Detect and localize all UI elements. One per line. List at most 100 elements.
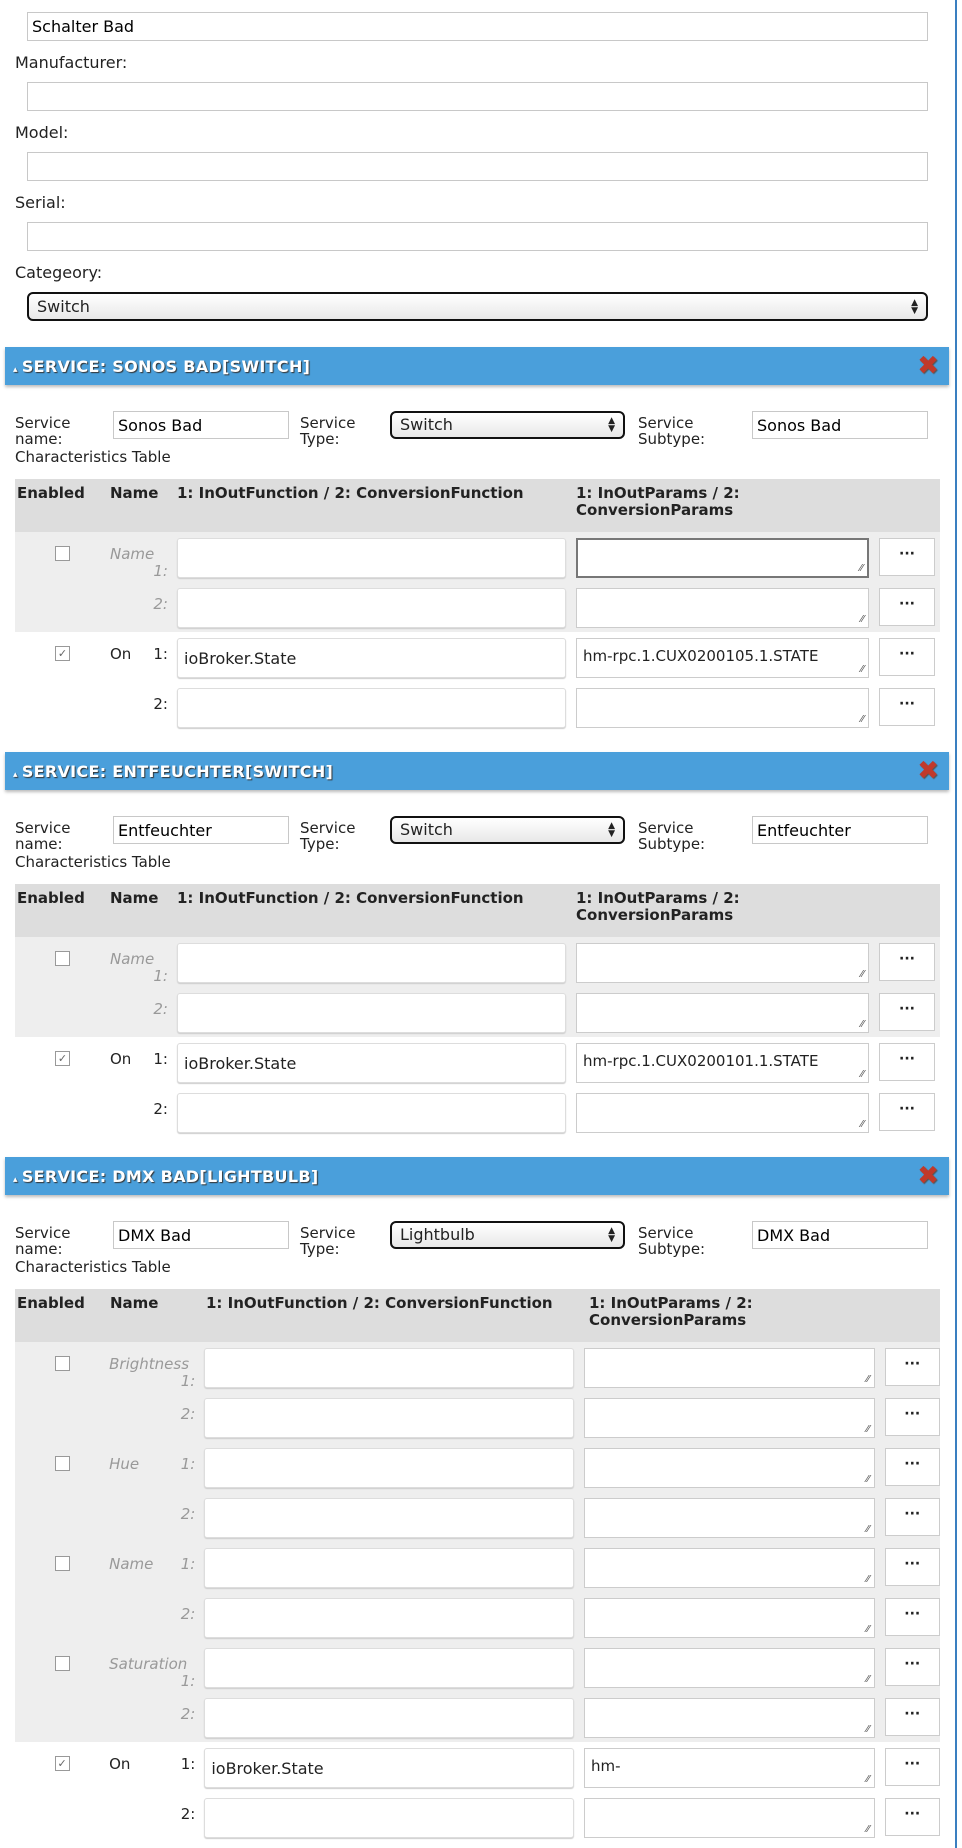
more-options-button[interactable]: ··· — [879, 1043, 935, 1081]
more-options-button[interactable]: ··· — [884, 1748, 940, 1786]
service-subtype-input[interactable] — [752, 816, 928, 844]
function-input[interactable] — [204, 1598, 575, 1638]
service-type-select[interactable]: Switch ▲ ▼ — [390, 411, 625, 439]
function-input[interactable] — [177, 538, 566, 578]
function-input[interactable] — [177, 943, 566, 983]
collapse-icon[interactable]: ▴ — [13, 1175, 18, 1185]
function-input[interactable] — [204, 1548, 575, 1588]
manufacturer-label: Manufacturer: — [15, 53, 128, 72]
function-input[interactable]: ioBroker.State — [177, 638, 566, 678]
function-input[interactable] — [204, 1348, 575, 1388]
enabled-checkbox[interactable]: ✓ — [55, 646, 70, 661]
more-options-button[interactable]: ··· — [884, 1448, 940, 1486]
params-textarea[interactable]: hm-rpc.1.CUX0200105.1.STATE — [576, 638, 869, 678]
more-options-button[interactable]: ··· — [884, 1398, 940, 1436]
more-options-button[interactable]: ··· — [884, 1798, 940, 1836]
function-input[interactable] — [204, 1398, 575, 1438]
service-name-input[interactable] — [113, 1221, 289, 1249]
device-name-input[interactable] — [27, 12, 928, 41]
col-name-header: Name — [110, 1294, 159, 1312]
params-textarea[interactable] — [584, 1448, 875, 1488]
params-textarea[interactable] — [576, 943, 869, 983]
more-options-button[interactable]: ··· — [884, 1498, 940, 1536]
serial-input[interactable] — [27, 222, 928, 251]
collapse-icon[interactable]: ▴ — [13, 770, 18, 780]
service-subtype-input[interactable] — [752, 1221, 928, 1249]
function-input[interactable] — [177, 993, 566, 1033]
params-textarea[interactable] — [576, 538, 869, 578]
more-options-button[interactable]: ··· — [879, 588, 935, 626]
params-textarea[interactable] — [584, 1598, 875, 1638]
table-row: 2: ··· — [15, 1492, 940, 1542]
function-input[interactable] — [204, 1648, 575, 1688]
params-textarea[interactable]: hm- — [584, 1748, 875, 1788]
more-options-button[interactable]: ··· — [879, 688, 935, 726]
characteristics-table: Enabled Name 1: InOutFunction / 2: Convers… — [15, 1289, 940, 1842]
collapse-icon[interactable]: ▴ — [13, 365, 18, 375]
enabled-checkbox[interactable] — [55, 546, 70, 561]
category-select[interactable]: Switch ▲ ▼ — [27, 292, 928, 321]
service-name-label: Service name: — [15, 819, 71, 853]
table-row: ✓ On 1: ioBroker.Statehm-··· — [15, 1742, 940, 1792]
more-options-button[interactable]: ··· — [884, 1548, 940, 1586]
more-options-button[interactable]: ··· — [879, 638, 935, 676]
name-cell: Saturation 1: — [109, 1648, 199, 1690]
enabled-checkbox[interactable] — [54, 1656, 70, 1671]
service-header[interactable]: ▴ SERVICE: SONOS BAD[SWITCH] ✖ — [5, 347, 949, 385]
function-input[interactable] — [204, 1498, 575, 1538]
service-header[interactable]: ▴ SERVICE: ENTFEUCHTER[SWITCH] ✖ — [5, 752, 949, 790]
params-textarea[interactable] — [584, 1498, 875, 1538]
characteristic-name: Hue — [109, 1455, 140, 1473]
params-textarea[interactable] — [584, 1398, 875, 1438]
name-cell: Name 1: — [109, 1548, 199, 1573]
enabled-checkbox[interactable]: ✓ — [55, 1051, 70, 1066]
function-input[interactable] — [177, 1093, 566, 1133]
manufacturer-input[interactable] — [27, 82, 928, 111]
model-input[interactable] — [27, 152, 928, 181]
function-input[interactable] — [204, 1448, 575, 1488]
more-options-button[interactable]: ··· — [879, 1093, 935, 1131]
params-textarea[interactable] — [584, 1798, 875, 1838]
function-input[interactable] — [177, 688, 566, 728]
more-options-button[interactable]: ··· — [879, 943, 935, 981]
enabled-cell — [15, 1348, 109, 1371]
enabled-checkbox[interactable] — [54, 1356, 70, 1371]
service-name-label: Service name: — [15, 1224, 71, 1258]
function-input[interactable] — [204, 1798, 575, 1838]
function-input[interactable] — [177, 588, 566, 628]
more-options-button[interactable]: ··· — [884, 1648, 940, 1686]
service-subtype-label: Service Subtype: — [638, 819, 706, 853]
params-textarea[interactable] — [584, 1698, 875, 1738]
params-textarea[interactable] — [576, 588, 869, 628]
delete-service-icon[interactable]: ✖ — [917, 1161, 939, 1191]
service-header[interactable]: ▴ SERVICE: DMX BAD[LIGHTBULB] ✖ — [5, 1157, 949, 1195]
more-options-button[interactable]: ··· — [884, 1698, 940, 1736]
delete-service-icon[interactable]: ✖ — [917, 756, 939, 786]
more-options-button[interactable]: ··· — [879, 538, 935, 576]
params-textarea[interactable]: hm-rpc.1.CUX0200101.1.STATE — [576, 1043, 869, 1083]
function-input[interactable]: ioBroker.State — [177, 1043, 566, 1083]
enabled-checkbox[interactable] — [55, 951, 70, 966]
more-options-button[interactable]: ··· — [879, 993, 935, 1031]
name-cell: 2: — [109, 1698, 199, 1723]
params-textarea[interactable] — [576, 688, 869, 728]
delete-service-icon[interactable]: ✖ — [917, 351, 939, 381]
params-textarea[interactable] — [576, 993, 869, 1033]
service-name-input[interactable] — [113, 411, 289, 439]
service-type-select[interactable]: Switch ▲ ▼ — [390, 816, 625, 844]
function-input[interactable]: ioBroker.State — [204, 1748, 575, 1788]
service-subtype-input[interactable] — [752, 411, 928, 439]
service-type-select[interactable]: Lightbulb ▲ ▼ — [390, 1221, 625, 1249]
function-input[interactable] — [204, 1698, 575, 1738]
enabled-checkbox[interactable] — [54, 1556, 70, 1571]
params-textarea[interactable] — [576, 1093, 869, 1133]
params-textarea[interactable] — [584, 1348, 875, 1388]
enabled-checkbox[interactable]: ✓ — [54, 1756, 70, 1771]
more-options-button[interactable]: ··· — [884, 1598, 940, 1636]
more-options-button[interactable]: ··· — [884, 1348, 940, 1386]
params-textarea[interactable] — [584, 1548, 875, 1588]
enabled-checkbox[interactable] — [54, 1456, 70, 1471]
service-name-input[interactable] — [113, 816, 289, 844]
params-textarea[interactable] — [584, 1648, 875, 1688]
name-cell: Name 1: — [110, 538, 172, 580]
